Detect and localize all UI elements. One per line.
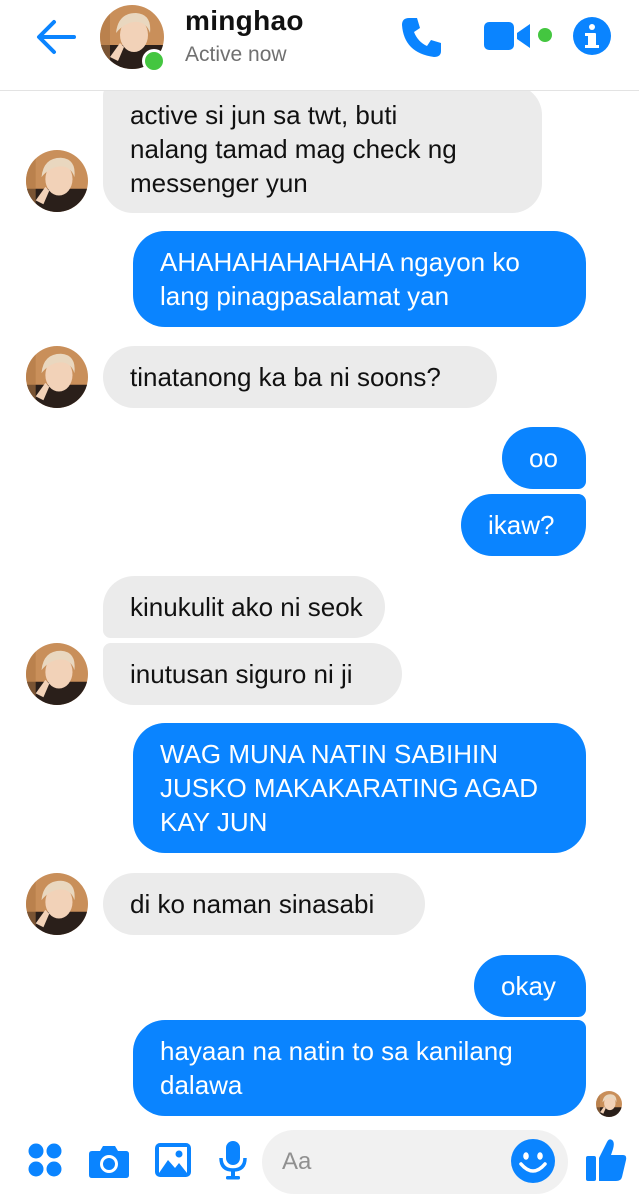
emoji-icon[interactable]	[510, 1138, 556, 1184]
online-indicator	[142, 49, 166, 73]
thumbs-up-icon[interactable]	[585, 1137, 627, 1183]
message-bubble-incoming[interactable]: di ko naman sinasabi	[103, 873, 425, 935]
message-bubble-incoming[interactable]: inutusan siguro ni ji	[103, 643, 402, 705]
video-camera-icon[interactable]	[484, 20, 532, 52]
message-input-placeholder: Aa	[282, 1148, 312, 1175]
message-bubble-outgoing[interactable]: oo	[502, 427, 586, 489]
contact-avatar-small[interactable]	[26, 873, 88, 935]
camera-icon[interactable]	[88, 1143, 130, 1179]
contact-avatar-small[interactable]	[26, 643, 88, 705]
message-bubble-outgoing[interactable]: okay	[474, 955, 586, 1017]
message-bubble-incoming[interactable]: kinukulit ako ni seok	[103, 576, 385, 638]
apps-icon[interactable]	[27, 1142, 63, 1178]
contact-avatar-small[interactable]	[26, 150, 88, 212]
video-online-dot	[538, 28, 552, 42]
read-receipt-avatar	[596, 1091, 622, 1117]
contact-status: Active now	[185, 43, 287, 66]
microphone-icon[interactable]	[219, 1140, 247, 1180]
message-bubble-outgoing[interactable]: AHAHAHAHAHAHA ngayon ko lang pinagpasala…	[133, 231, 586, 327]
message-bubble-incoming[interactable]: active si jun sa twt, buti nalang tamad …	[103, 85, 542, 213]
back-arrow-icon[interactable]	[34, 17, 78, 57]
phone-icon[interactable]	[400, 15, 444, 59]
contact-avatar-small[interactable]	[26, 346, 88, 408]
contact-name[interactable]: minghao	[185, 5, 304, 37]
chat-header: minghao Active now	[0, 0, 639, 91]
message-bubble-outgoing[interactable]: WAG MUNA NATIN SABIHIN JUSKO MAKAKARATIN…	[133, 723, 586, 853]
info-icon[interactable]	[572, 16, 612, 56]
image-icon[interactable]	[154, 1142, 192, 1178]
message-bubble-outgoing[interactable]: hayaan na natin to sa kanilang dalawa	[133, 1020, 586, 1116]
message-bubble-outgoing[interactable]: ikaw?	[461, 494, 586, 556]
message-bubble-incoming[interactable]: tinatanong ka ba ni soons?	[103, 346, 497, 408]
